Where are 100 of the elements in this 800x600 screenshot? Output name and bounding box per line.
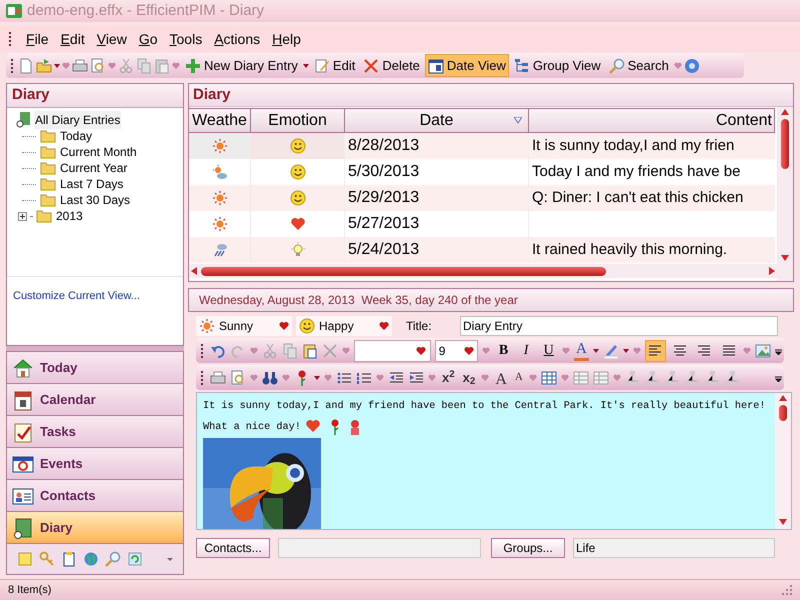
printer-icon[interactable] xyxy=(210,370,226,386)
italic-button[interactable]: I xyxy=(516,340,536,360)
scroll-up-icon[interactable] xyxy=(781,109,789,115)
refresh-icon[interactable] xyxy=(127,551,143,567)
paste-icon[interactable] xyxy=(302,342,318,358)
column-header[interactable]: Date xyxy=(345,108,529,133)
sort-icon xyxy=(514,117,522,124)
heart-icon xyxy=(560,374,569,381)
horizontal-scrollbar[interactable] xyxy=(189,264,777,278)
tree-item[interactable]: Current Year xyxy=(60,159,128,177)
menu-item[interactable]: Actions xyxy=(214,28,260,50)
groups-button[interactable]: Groups... xyxy=(491,538,565,558)
calendar-icon xyxy=(12,388,34,410)
menu-item[interactable]: Help xyxy=(272,28,301,50)
align-left-button[interactable] xyxy=(644,340,666,362)
tree-item[interactable]: Last 30 Days xyxy=(60,191,130,209)
smiley-icon xyxy=(299,318,315,334)
table-icon[interactable] xyxy=(540,370,557,386)
nav-button[interactable]: Today xyxy=(7,352,183,383)
expand-icon[interactable] xyxy=(18,212,27,220)
font-color-button[interactable]: A xyxy=(574,340,589,360)
nav-button[interactable]: Tasks xyxy=(7,416,183,447)
highlight-icon[interactable] xyxy=(602,342,619,358)
tree-item[interactable]: Today xyxy=(60,127,92,145)
heart-icon xyxy=(282,374,290,381)
toolbar-button[interactable]: Date View xyxy=(424,54,509,77)
vertical-scrollbar[interactable] xyxy=(775,393,791,529)
scrollbar-thumb[interactable] xyxy=(201,266,606,276)
scrollbar-thumb[interactable] xyxy=(779,405,787,421)
new-document-icon[interactable] xyxy=(18,58,34,74)
groups-field[interactable]: Life xyxy=(573,538,775,558)
contacts-field[interactable] xyxy=(278,538,481,558)
superscript-button[interactable]: x$^{2}$ xyxy=(440,368,457,388)
nav-button[interactable]: Diary xyxy=(7,512,183,543)
bullet-list-icon[interactable] xyxy=(336,370,352,386)
caret-icon[interactable] xyxy=(622,348,629,352)
outdent-icon[interactable] xyxy=(388,370,404,386)
caret-icon[interactable] xyxy=(167,558,173,560)
toolbar-button[interactable]: Edit xyxy=(310,54,358,77)
binoculars-icon[interactable] xyxy=(262,370,278,386)
print-preview-icon[interactable] xyxy=(90,58,106,74)
column-header[interactable]: Weathe xyxy=(189,108,251,133)
tree-item[interactable]: 2013 xyxy=(56,207,83,225)
menu-item[interactable]: Go xyxy=(138,28,158,50)
overflow-icon[interactable] xyxy=(775,346,782,354)
table-row[interactable]: 5/29/2013 Q: Diner: I can't eat this chicken xyxy=(189,185,775,211)
font-size-dropdown[interactable]: 9 xyxy=(434,340,478,362)
nav-button[interactable]: Calendar xyxy=(7,384,183,415)
vertical-scrollbar[interactable] xyxy=(777,107,793,281)
customize-link[interactable]: Customize Current View... xyxy=(13,290,140,302)
menu-item[interactable]: View xyxy=(96,28,127,50)
caret-icon[interactable] xyxy=(314,376,320,380)
scroll-right-icon[interactable] xyxy=(769,267,775,275)
scroll-down-icon[interactable] xyxy=(779,519,787,525)
contacts-button[interactable]: Contacts... xyxy=(196,538,270,558)
search-icon xyxy=(608,58,625,74)
underline-button[interactable]: U xyxy=(539,340,558,360)
shrink-font-button[interactable]: A xyxy=(512,368,525,388)
overflow-icon[interactable] xyxy=(775,374,782,382)
column-header[interactable]: Emotion xyxy=(251,108,345,133)
title-field[interactable]: Diary Entry xyxy=(460,316,778,336)
status-text: 8 Item(s) xyxy=(8,582,52,598)
indent-icon[interactable] xyxy=(408,370,424,386)
open-folder-icon[interactable] xyxy=(36,58,52,74)
tree-item[interactable]: Last 7 Days xyxy=(60,175,124,193)
table-row[interactable]: 8/28/2013 It is sunny today,I and my frien xyxy=(189,133,775,159)
toolbar-button[interactable]: Delete xyxy=(360,54,423,77)
nav-button[interactable]: Contacts xyxy=(7,480,183,511)
emotion-dropdown[interactable]: Happy xyxy=(296,316,392,336)
resize-grip-icon[interactable] xyxy=(782,585,792,595)
caret-icon[interactable] xyxy=(592,348,599,352)
globe-icon[interactable] xyxy=(83,551,99,567)
scroll-up-icon[interactable] xyxy=(779,395,787,401)
column-header[interactable]: Content xyxy=(529,108,775,133)
bold-button[interactable]: B xyxy=(494,340,513,360)
table-row[interactable]: 5/24/2013 It rained heavily this morning. xyxy=(189,237,775,263)
print-preview-icon[interactable] xyxy=(230,370,246,386)
tree-item[interactable]: Current Month xyxy=(60,143,137,161)
help-icon[interactable] xyxy=(684,58,700,74)
toolbar-button[interactable]: Search xyxy=(606,54,672,77)
clipboard-icon[interactable] xyxy=(61,551,77,567)
toolbar-button[interactable]: Group View xyxy=(510,54,604,77)
table-cells-icon[interactable] xyxy=(572,370,589,386)
caret-icon[interactable] xyxy=(54,64,60,68)
search-icon[interactable] xyxy=(105,551,121,567)
caret-icon[interactable] xyxy=(302,64,309,68)
scroll-left-icon[interactable] xyxy=(191,267,197,275)
menu-item[interactable]: File xyxy=(26,28,49,50)
nav-button[interactable]: Events xyxy=(7,448,183,479)
scrollbar-thumb[interactable] xyxy=(781,119,789,169)
scroll-down-icon[interactable] xyxy=(781,255,789,261)
printer-icon[interactable] xyxy=(72,58,88,74)
menu-item[interactable]: Tools xyxy=(170,28,202,50)
toolbar-button[interactable]: New Diary Entry xyxy=(182,54,301,77)
grow-font-button[interactable]: A xyxy=(493,368,509,388)
weather-dropdown[interactable]: Sunny xyxy=(196,316,292,336)
subscript-button[interactable]: x$_{2}$ xyxy=(460,368,478,388)
table-cell-text: It rained heavily this morning. xyxy=(532,240,728,260)
font-name-dropdown[interactable] xyxy=(354,340,431,362)
menu-item[interactable]: Edit xyxy=(60,28,85,50)
